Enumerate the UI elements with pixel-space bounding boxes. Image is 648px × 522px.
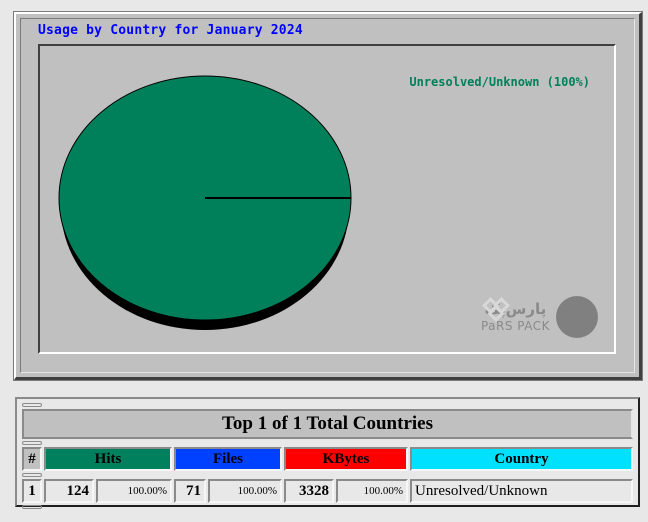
header-rank: # [22,447,42,471]
header-kbytes: KBytes [284,447,408,471]
plot-area: Unresolved/Unknown (100%) پارس‌پک PaRS P… [38,44,616,354]
spacer-row [22,473,633,477]
table-header-row: # Hits Files KBytes Country [22,447,633,471]
countries-table: Top 1 of 1 Total Countries # Hits Files … [20,401,635,511]
table-row: 1 124 100.00% 71 100.00% 3328 100.00% Un… [22,479,633,503]
country-usage-chart: Usage by Country for January 2024 Unreso… [13,11,643,381]
spacer-row [22,505,633,509]
spacer-row [22,441,633,445]
row-country: Unresolved/Unknown [410,479,633,503]
spacer-cell [22,403,42,407]
row-files-pct: 100.00% [208,479,282,503]
legend-entry: Unresolved/Unknown (100%) [409,75,590,89]
spacer-cell [22,505,42,509]
parspack-watermark: پارس‌پک PaRS PACK [481,296,598,338]
header-files: Files [174,447,282,471]
spacer-fill [44,473,633,477]
chart-title: Usage by Country for January 2024 [38,23,303,38]
legend-label: Unresolved/Unknown (100%) [409,75,590,89]
row-hits: 124 [44,479,94,503]
header-country: Country [410,447,633,471]
spacer-fill [44,403,633,407]
spacer-cell [22,473,42,477]
spacer-row [22,403,633,407]
header-hits: Hits [44,447,172,471]
spacer-fill [44,441,633,445]
table-title-row: Top 1 of 1 Total Countries [22,409,633,439]
spacer-cell [22,441,42,445]
row-kbytes: 3328 [284,479,334,503]
row-hits-pct: 100.00% [96,479,172,503]
parspack-logo-icon [481,296,598,338]
table-title: Top 1 of 1 Total Countries [22,409,633,439]
row-rank: 1 [22,479,42,503]
row-files: 71 [174,479,206,503]
row-kbytes-pct: 100.00% [336,479,408,503]
countries-table-container: Top 1 of 1 Total Countries # Hits Files … [15,397,640,509]
spacer-fill [44,505,633,509]
